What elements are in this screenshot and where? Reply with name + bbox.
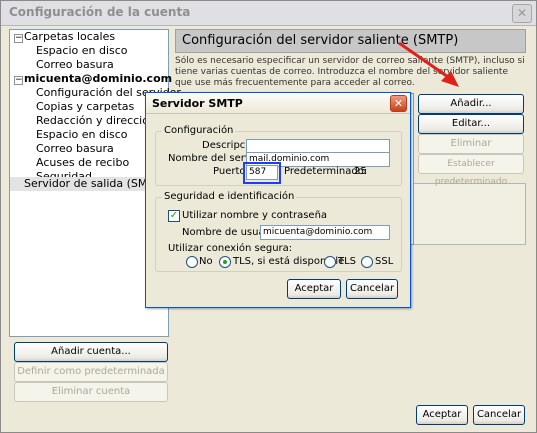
dialog-cancel-button[interactable]: Cancelar <box>346 279 398 299</box>
radio-no[interactable] <box>186 256 198 268</box>
panel-description: Sólo es necesario especificar un servido… <box>175 56 525 88</box>
set-default-server-button[interactable]: Establecer predeterminado <box>418 154 524 187</box>
tree-item-copies-folders[interactable]: Copias y carpetas <box>36 100 134 114</box>
radio-tls-if-available[interactable] <box>219 256 231 268</box>
radio-tls-label: TLS <box>338 256 357 267</box>
tree-item-disk-space[interactable]: Espacio en disco <box>36 44 128 58</box>
dialog-close-icon[interactable]: ✕ <box>390 95 407 112</box>
secure-connection-label: Utilizar conexión segura: <box>168 243 293 254</box>
account-settings-window: Configuración de la cuenta ✕ − Carpetas … <box>0 0 537 433</box>
tree-item-account[interactable]: micuenta@dominio.com <box>24 72 172 86</box>
tree-item-smtp[interactable]: Servidor de salida (SMTP) <box>24 177 165 191</box>
security-group-label: Seguridad e identificación <box>162 191 297 202</box>
delete-account-button[interactable]: Eliminar cuenta <box>14 382 168 402</box>
radio-ssl[interactable] <box>361 256 373 268</box>
tree-item-junk[interactable]: Correo basura <box>36 58 114 72</box>
radio-tls[interactable] <box>324 256 336 268</box>
use-auth-label: Utilizar nombre y contraseña <box>182 210 328 221</box>
red-arrow-annotation <box>398 41 459 87</box>
radio-ssl-label: SSL <box>375 256 394 267</box>
panel-header: Configuración del servidor saliente (SMT… <box>175 29 526 53</box>
port-highlight-box <box>243 162 281 184</box>
tree-item-junk-2[interactable]: Correo basura <box>36 142 114 156</box>
cancel-button[interactable]: Cancelar <box>473 405 525 425</box>
dialog-title-bar: Servidor SMTP ✕ <box>146 93 410 114</box>
collapse-icon[interactable]: − <box>14 76 23 85</box>
window-title: Configuración de la cuenta <box>9 5 191 19</box>
delete-server-button[interactable]: Eliminar <box>418 134 524 154</box>
radio-no-label: No <box>199 256 213 267</box>
add-account-button[interactable]: Añadir cuenta... <box>14 342 168 362</box>
add-server-button[interactable]: Añadir... <box>418 94 524 114</box>
set-default-account-button[interactable]: Definir como predeterminada <box>14 362 168 382</box>
smtp-server-dialog: Servidor SMTP ✕ Configuración Descripció… <box>145 92 411 308</box>
collapse-icon[interactable]: − <box>14 34 23 43</box>
accept-button[interactable]: Aceptar <box>416 405 468 425</box>
dialog-title: Servidor SMTP <box>152 97 243 110</box>
tree-item-disk-space-2[interactable]: Espacio en disco <box>36 128 128 142</box>
tree-item-receipts[interactable]: Acuses de recibo <box>36 156 129 170</box>
dialog-accept-button[interactable]: Aceptar <box>287 279 341 299</box>
window-close-icon[interactable]: ✕ <box>512 4 532 23</box>
config-group-label: Configuración <box>162 125 236 136</box>
username-field[interactable]: micuenta@dominio.com <box>260 225 390 240</box>
title-bar: Configuración de la cuenta ✕ <box>1 1 536 26</box>
default-port-value: 25 <box>354 166 367 177</box>
tree-item-local-folders[interactable]: Carpetas locales <box>24 30 115 44</box>
use-auth-checkbox[interactable]: ✓ <box>168 210 180 222</box>
edit-server-button[interactable]: Editar... <box>418 114 524 134</box>
